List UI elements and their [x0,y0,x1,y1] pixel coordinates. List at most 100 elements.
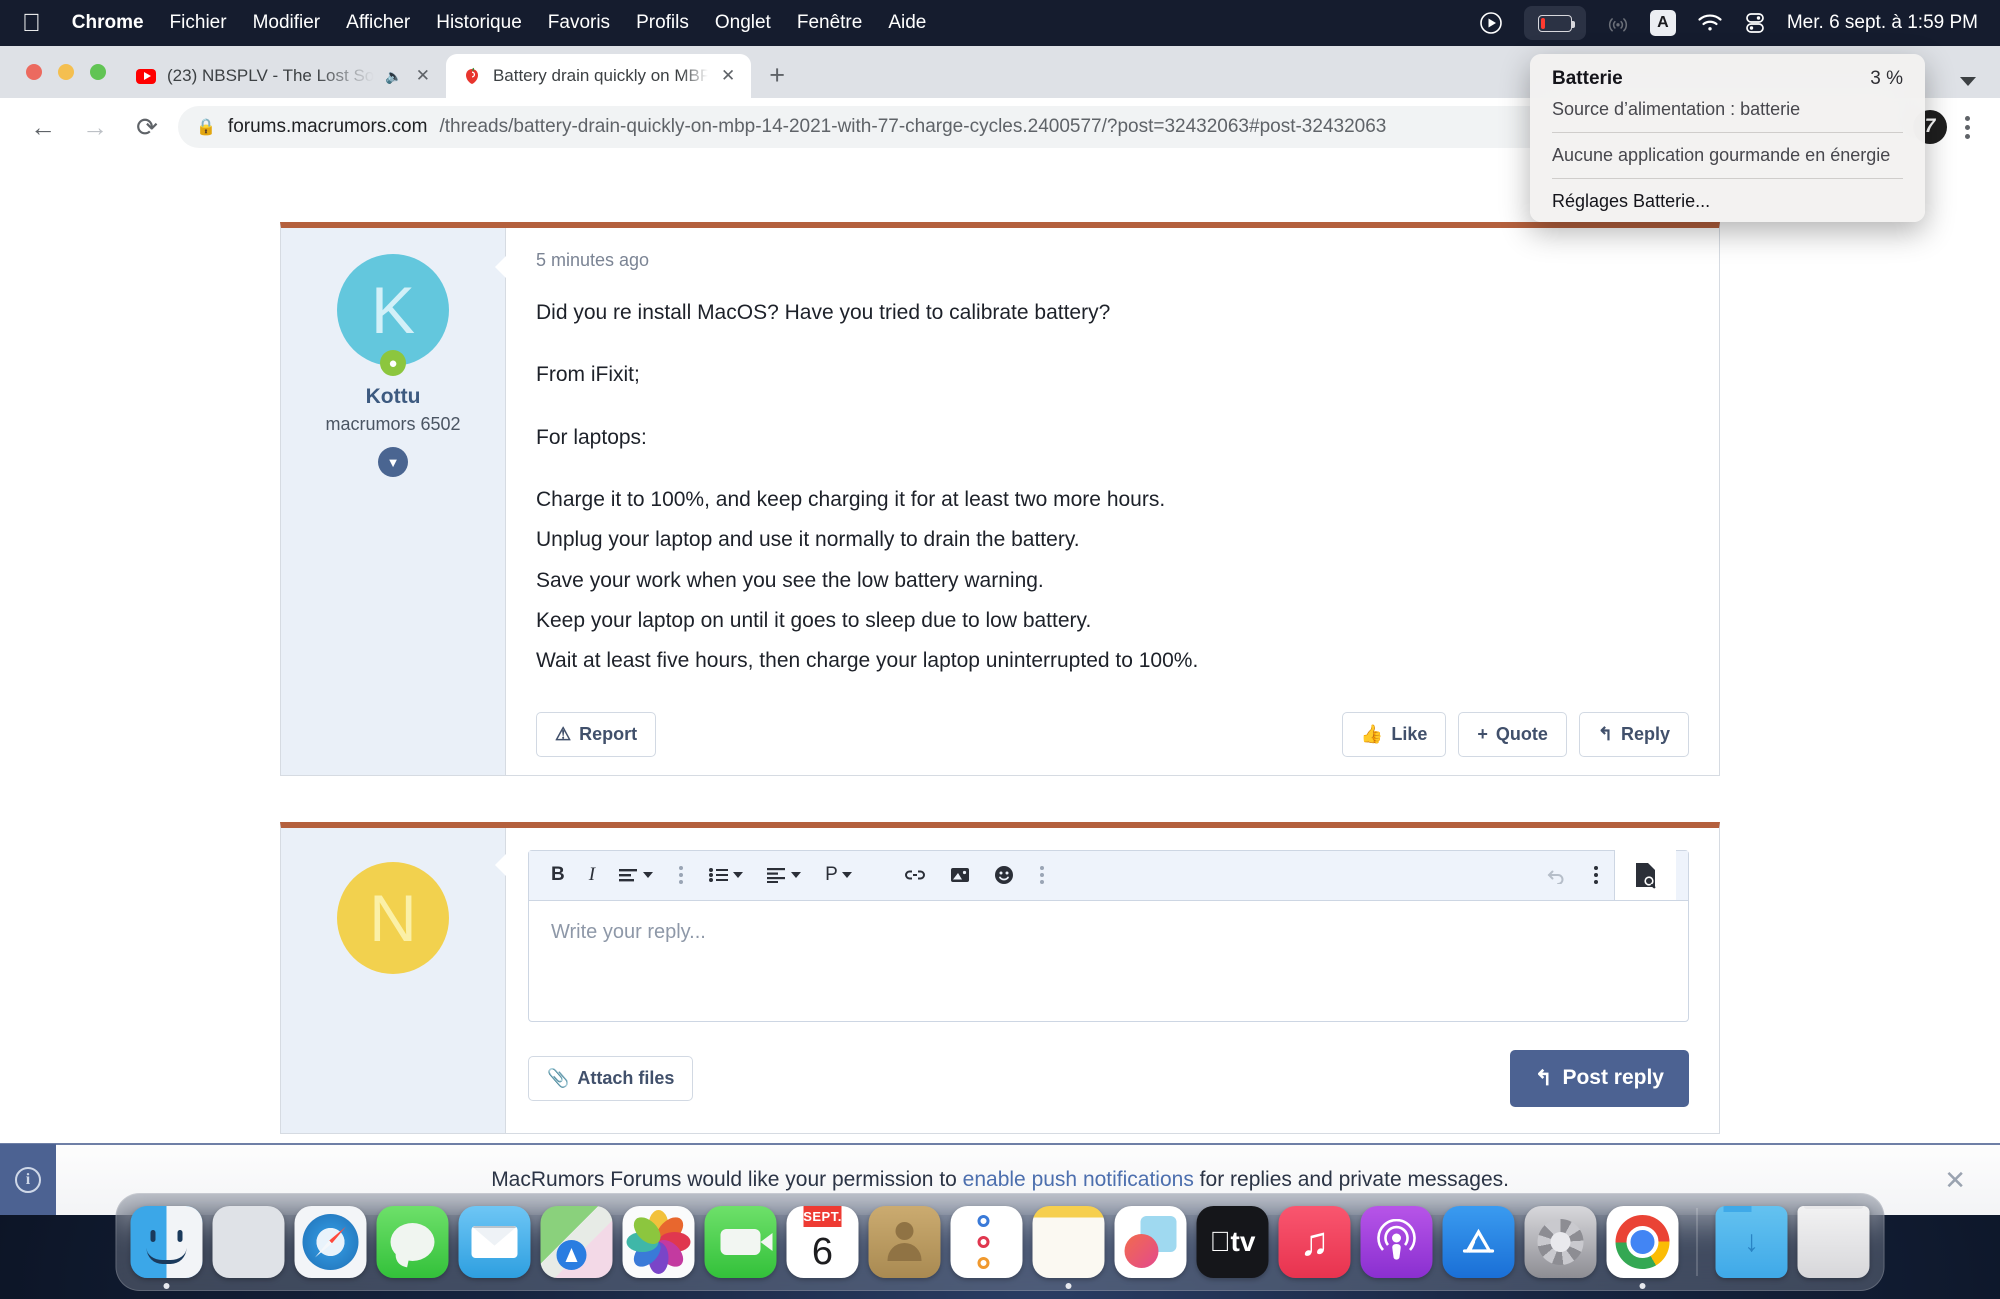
close-icon[interactable]: ✕ [1944,1165,2000,1196]
like-button[interactable]: 👍 Like [1341,711,1447,757]
dock-item-finder[interactable]: Finder [130,1206,203,1289]
menu-item-afficher[interactable]: Afficher [333,12,423,34]
screen-record-icon[interactable] [1479,11,1503,35]
dock-item-launchpad[interactable]: Launchpad [212,1206,285,1278]
menu-bar-clock[interactable]: Mer. 6 sept. à 1:59 PM [1787,12,1978,34]
post-paragraph: From iFixit; [536,363,640,387]
post-author-name[interactable]: Kottu [366,385,421,409]
attach-files-button[interactable]: 📎 Attach files [528,1055,694,1101]
menu-item-aide[interactable]: Aide [875,12,939,34]
divider [1552,132,1903,133]
avatar[interactable]: N [337,861,449,974]
enable-push-notifications-link[interactable]: enable push notifications [963,1168,1194,1191]
tab-audio-icon[interactable]: 🔈 [385,68,402,85]
menu-item-favoris[interactable]: Favoris [535,12,623,34]
tab-title: (23) NBSPLV - The Lost So [167,66,375,85]
battery-popover-header: Batterie 3 % [1530,68,1925,90]
apple-logo-icon[interactable]:  [22,10,41,36]
battery-popover-title: Batterie [1552,68,1623,89]
chrome-menu-icon[interactable] [1957,115,1978,139]
reply-textarea[interactable]: Write your reply... [529,901,1688,1021]
menu-item-fenetre[interactable]: Fenêtre [784,12,875,34]
dock-item-reminders[interactable]: Rappels [950,1206,1023,1278]
dock-item-appstore[interactable]: App Store [1442,1206,1515,1278]
address-path: /threads/battery-drain-quickly-on-mbp-14… [439,116,1387,137]
emoji-icon[interactable] [984,859,1024,891]
overflow-icon[interactable] [1028,866,1056,884]
battery-icon[interactable] [1523,6,1586,40]
menu-item-onglet[interactable]: Onglet [702,12,784,34]
close-tab-icon[interactable]: ✕ [414,66,432,86]
undo-icon[interactable] [1534,860,1578,890]
dock-item-contacts[interactable]: Contacts [868,1206,941,1278]
dock-item-facetime[interactable]: FaceTime [704,1206,777,1278]
back-button[interactable]: ← [22,106,64,148]
link-icon[interactable] [894,861,936,889]
menu-item-historique[interactable]: Historique [423,12,535,34]
dock-item-messages[interactable]: Messages [376,1206,449,1278]
bullet-list-icon[interactable] [699,861,753,889]
post-action-bar: ⚠ Report 👍 Like + Quote ↰ Reply [536,711,1689,757]
dock-item-chrome[interactable]: Google Chrome [1606,1206,1679,1289]
dock-item-appletv[interactable]: tv Apple TV [1196,1206,1269,1278]
paragraph-icon[interactable]: P [815,858,862,892]
input-source-A-icon[interactable]: A [1649,10,1676,36]
battery-settings-item[interactable]: Réglages Batterie... [1530,191,1925,212]
dock-item-music[interactable]: ♫ Musique [1278,1206,1351,1278]
dock-item-maps[interactable]: Plans [540,1206,613,1278]
post-timestamp[interactable]: 5 minutes ago [536,250,1689,271]
menu-item-fichier[interactable]: Fichier [157,12,240,34]
align-icon[interactable] [757,861,811,889]
chevron-down-icon[interactable] [1960,77,1976,86]
dock-item-notes[interactable]: Notes [1032,1206,1105,1289]
quote-button[interactable]: + Quote [1458,711,1567,757]
maximize-window-button[interactable] [90,64,106,80]
italic-icon[interactable]: I [579,858,605,892]
dock-item-podcasts[interactable]: Podcasts [1360,1206,1433,1278]
menu-item-modifier[interactable]: Modifier [240,12,334,34]
bold-icon[interactable]: B [541,858,575,892]
macrumors-icon [462,66,482,86]
reply-arrow-icon: ↰ [1534,1066,1553,1090]
post-reply-button[interactable]: ↰ Post reply [1509,1049,1689,1107]
calendar-day: 6 [811,1231,834,1273]
new-tab-button[interactable]: + [769,60,785,91]
dock-item-trash[interactable]: Corbeille [1797,1206,1870,1278]
airplay-icon[interactable] [1607,12,1629,34]
editor-more-icon[interactable] [1582,866,1610,884]
close-window-button[interactable] [26,64,42,80]
dock-item-downloads[interactable]: ↓ Téléchargements [1715,1206,1788,1278]
menu-item-profils[interactable]: Profils [623,12,702,34]
dock-item-safari[interactable]: Safari [294,1206,367,1278]
text-format-icon[interactable] [609,861,663,889]
menu-item-chrome[interactable]: Chrome [59,12,157,34]
forward-button[interactable]: → [74,106,116,148]
macos-dock: Finder Launchpad Safari Messages Mail Pl… [115,1193,1885,1291]
close-tab-icon[interactable]: ✕ [719,66,737,86]
control-center-icon[interactable] [1744,11,1766,35]
report-button[interactable]: ⚠ Report [536,711,657,757]
reply-button[interactable]: ↰ Reply [1578,711,1689,757]
image-icon[interactable] [940,860,980,890]
tab-title: Battery drain quickly on MBP 1 [492,66,708,85]
reload-button[interactable]: ⟳ [126,106,168,148]
battery-apps-note: Aucune application gourmande en énergie [1552,145,1891,165]
reply-author-sidebar: N [281,827,506,1133]
browser-tab-youtube[interactable]: (23) NBSPLV - The Lost So 🔈 ✕ [120,54,446,98]
dock-item-photos[interactable]: Photos [622,1206,695,1278]
post-author-sidebar: K ● Kottu macrumors 6502 ▼ [281,228,506,775]
post-reply-label: Post reply [1562,1066,1664,1089]
window-traffic-lights [26,64,106,80]
chevron-down-icon[interactable]: ▼ [378,447,408,477]
preview-document-icon[interactable] [1614,850,1676,900]
tab-strip-right-controls [1960,77,2000,98]
dock-item-mail[interactable]: Mail [458,1206,531,1278]
dock-item-keynote[interactable]: Keynote [1114,1206,1187,1278]
more-options-icon[interactable] [667,866,695,884]
dock-item-calendar[interactable]: SEPT. 6 Calendrier [786,1206,859,1278]
lock-icon: 🔒 [196,119,216,136]
browser-tab-macrumors[interactable]: Battery drain quickly on MBP 1 ✕ [445,54,752,98]
minimize-window-button[interactable] [58,64,74,80]
wifi-icon[interactable] [1697,13,1723,33]
dock-item-system-settings[interactable]: Réglages Système [1524,1206,1597,1278]
